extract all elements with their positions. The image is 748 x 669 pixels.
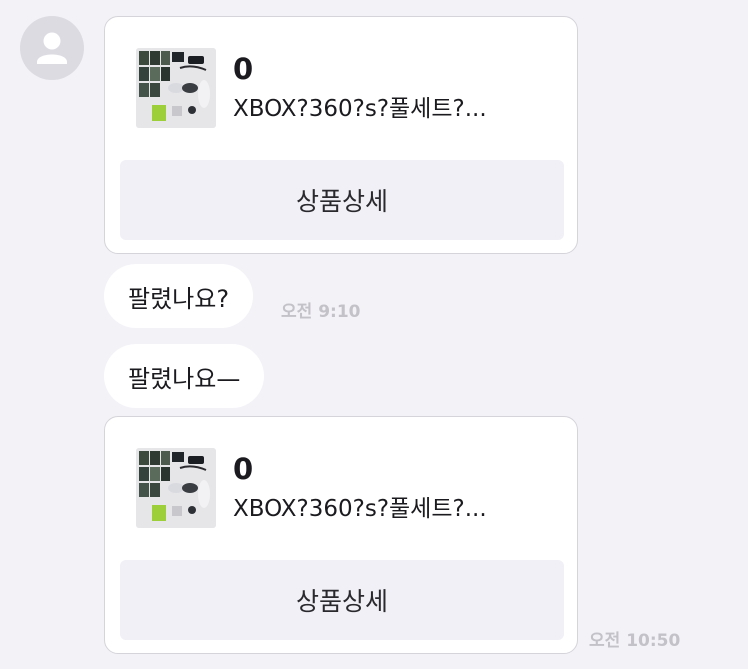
- message-text: 팔렸나요?: [128, 284, 230, 313]
- message-text: 팔렸나요—: [128, 364, 241, 393]
- product-price: 0: [233, 52, 254, 86]
- message-bubble[interactable]: 팔렸나요—: [104, 344, 265, 408]
- xbox-bundle-photo: [136, 448, 216, 528]
- product-detail-button[interactable]: 상품상세: [120, 560, 564, 640]
- message-bubble[interactable]: 팔렸나요?: [104, 264, 254, 328]
- message-timestamp: 오전 9:10: [281, 302, 361, 322]
- product-card[interactable]: 0 XBOX?360?s?풀세트?... 상품상세: [104, 16, 578, 254]
- product-card[interactable]: 0 XBOX?360?s?풀세트?... 상품상세: [104, 416, 578, 654]
- product-title: XBOX?360?s?풀세트?...: [233, 496, 487, 522]
- message-timestamp: 오전 10:50: [589, 631, 681, 651]
- xbox-bundle-photo: [136, 48, 216, 128]
- product-price: 0: [233, 452, 254, 486]
- product-title: XBOX?360?s?풀세트?...: [233, 96, 487, 122]
- product-detail-button[interactable]: 상품상세: [120, 160, 564, 240]
- default-user-icon: [37, 32, 67, 64]
- sender-avatar[interactable]: [20, 16, 84, 80]
- product-thumbnail[interactable]: [136, 48, 216, 128]
- product-thumbnail[interactable]: [136, 448, 216, 528]
